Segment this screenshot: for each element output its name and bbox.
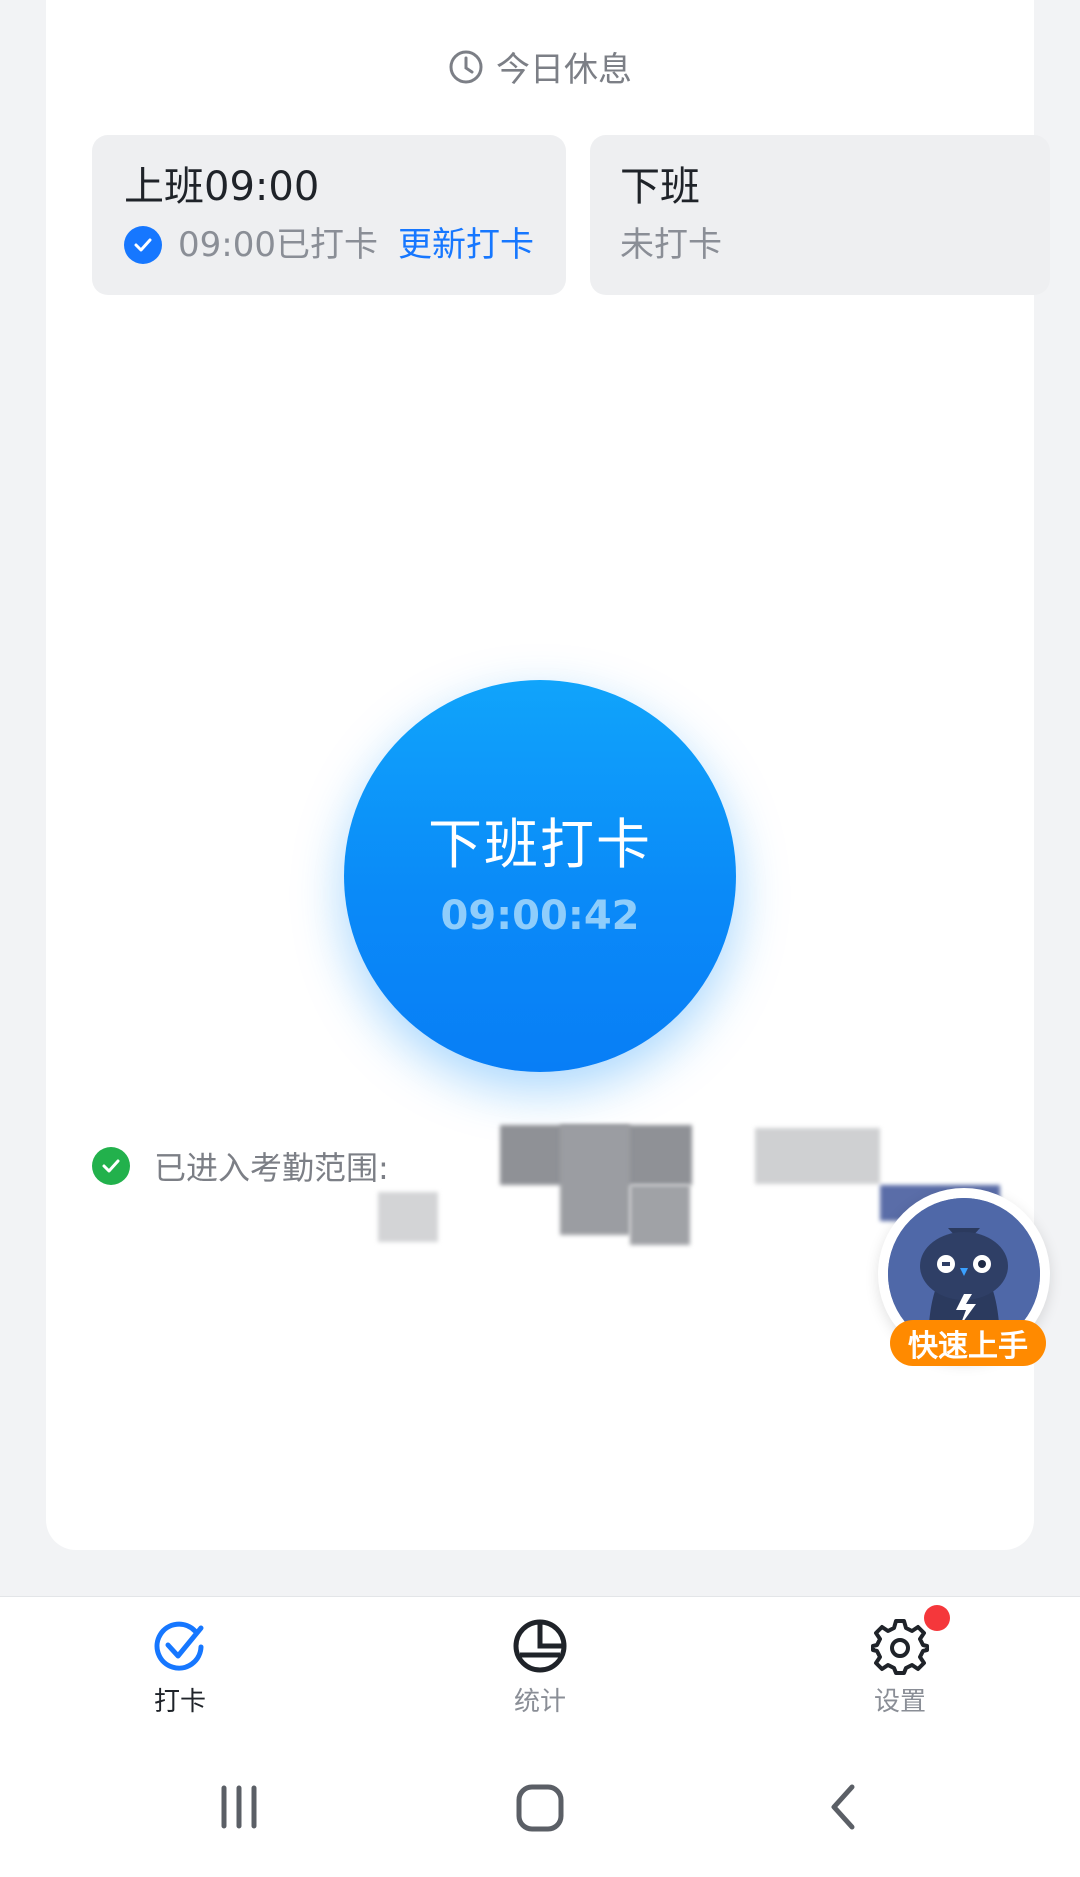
clock-out-time: 09:00:42	[440, 893, 640, 939]
shift-on-status: 09:00已打卡 更新打卡	[124, 221, 566, 269]
update-punch-link[interactable]: 更新打卡	[398, 221, 534, 269]
attendance-range-status: 已进入考勤范围:	[92, 1143, 389, 1189]
shift-off-card: 下班 未打卡	[590, 135, 1050, 295]
shift-on-title: 上班09:00	[124, 164, 320, 210]
tab-punch-label: 打卡	[153, 1687, 206, 1717]
clock-out-button[interactable]: 下班打卡 09:00:42	[344, 680, 736, 1072]
clock-out-label: 下班打卡	[428, 813, 652, 876]
pie-chart-icon	[513, 1619, 567, 1673]
tab-punch[interactable]: 打卡	[120, 1617, 240, 1718]
quick-start-badge[interactable]: 快速上手	[890, 1320, 1046, 1366]
tab-settings-label: 设置	[873, 1687, 926, 1717]
bottom-tab-bar: 打卡 统计 设置	[0, 1596, 1080, 1747]
clock-icon	[449, 50, 483, 83]
gear-icon	[871, 1619, 929, 1675]
recent-apps-button[interactable]	[214, 1782, 264, 1836]
attendance-card: 今日休息 上班09:00 09:00已打卡 更新打卡 下班 未打卡 下班打卡 0…	[46, 0, 1050, 1550]
shift-on-status-text: 09:00已打卡	[178, 225, 378, 265]
notification-dot	[924, 1605, 950, 1631]
check-tab-icon	[154, 1621, 204, 1671]
tab-settings[interactable]: 设置	[840, 1617, 960, 1718]
home-button[interactable]	[514, 1782, 566, 1838]
tab-statistics[interactable]: 统计	[480, 1617, 600, 1718]
shift-on-card: 上班09:00 09:00已打卡 更新打卡	[92, 135, 566, 295]
back-icon	[831, 1784, 855, 1830]
shift-off-status: 未打卡	[620, 221, 1050, 269]
shift-off-status-text: 未打卡	[620, 225, 722, 265]
green-check-icon	[92, 1147, 130, 1185]
shift-off-title: 下班	[620, 164, 700, 210]
home-icon	[516, 1784, 564, 1832]
checked-icon	[124, 226, 162, 264]
rest-status: 今日休息	[46, 42, 1034, 91]
rest-text: 今日休息	[496, 50, 632, 90]
recent-apps-icon	[221, 1785, 257, 1829]
range-label: 已进入考勤范围:	[154, 1149, 389, 1187]
system-navigation-bar	[0, 1746, 1080, 1877]
attendance-page: 今日休息 上班09:00 09:00已打卡 更新打卡 下班 未打卡 下班打卡 0…	[0, 0, 1080, 1877]
back-button[interactable]	[824, 1782, 864, 1836]
tab-statistics-label: 统计	[513, 1687, 566, 1717]
